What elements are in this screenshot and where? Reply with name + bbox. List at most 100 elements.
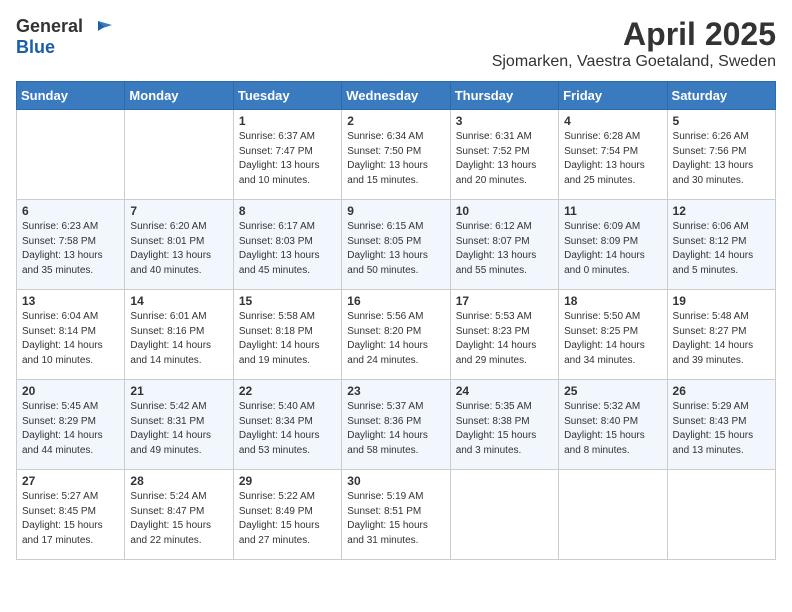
day-info: Sunrise: 6:09 AM Sunset: 8:09 PM Dayligh… <box>564 220 661 278</box>
day-info: Sunrise: 5:56 AM Sunset: 8:20 PM Dayligh… <box>347 310 444 368</box>
calendar-cell: 19 Sunrise: 5:48 AM Sunset: 8:27 PM Dayli… <box>667 290 775 380</box>
logo: General Blue <box>16 16 112 58</box>
day-number: 6 <box>22 204 119 218</box>
calendar-cell: 23Sunrise: 5:37 AM Sunset: 8:36 PM Dayli… <box>342 380 450 470</box>
calendar-cell: 14 Sunrise: 6:01 AM Sunset: 8:16 PM Dayli… <box>125 290 233 380</box>
day-info: Sunrise: 6:34 AM Sunset: 7:50 PM Dayligh… <box>347 130 444 188</box>
calendar-week-3: 13 Sunrise: 6:04 AM Sunset: 8:14 PM Dayli… <box>17 290 776 380</box>
day-info: Sunrise: 5:29 AM Sunset: 8:43 PM Dayligh… <box>673 400 770 458</box>
day-info: Sunrise: 6:23 AM Sunset: 7:58 PM Dayligh… <box>22 220 119 278</box>
day-info: Sunrise: 6:01 AM Sunset: 8:16 PM Dayligh… <box>130 310 227 368</box>
day-info: Sunrise: 5:53 AM Sunset: 8:23 PM Dayligh… <box>456 310 553 368</box>
title-block: April 2025 Sjomarken, Vaestra Goetaland,… <box>492 16 776 71</box>
calendar-cell: 16 Sunrise: 5:56 AM Sunset: 8:20 PM Dayli… <box>342 290 450 380</box>
day-info: Sunrise: 5:19 AM Sunset: 8:51 PM Dayligh… <box>347 490 444 548</box>
day-info: Sunrise: 5:40 AM Sunset: 8:34 PM Dayligh… <box>239 400 336 458</box>
calendar-cell: 12Sunrise: 6:06 AM Sunset: 8:12 PM Dayli… <box>667 200 775 290</box>
calendar-cell: 28 Sunrise: 5:24 AM Sunset: 8:47 PM Dayli… <box>125 470 233 560</box>
calendar-week-5: 27 Sunrise: 5:27 AM Sunset: 8:45 PM Dayli… <box>17 470 776 560</box>
day-info: Sunrise: 5:37 AM Sunset: 8:36 PM Dayligh… <box>347 400 444 458</box>
logo-blue-text: Blue <box>16 37 112 58</box>
day-number: 19 <box>673 294 770 308</box>
day-info: Sunrise: 6:06 AM Sunset: 8:12 PM Dayligh… <box>673 220 770 278</box>
day-number: 5 <box>673 114 770 128</box>
day-info: Sunrise: 5:22 AM Sunset: 8:49 PM Dayligh… <box>239 490 336 548</box>
calendar-cell <box>667 470 775 560</box>
day-number: 21 <box>130 384 227 398</box>
calendar-cell: 17 Sunrise: 5:53 AM Sunset: 8:23 PM Dayli… <box>450 290 558 380</box>
calendar-cell: 21 Sunrise: 5:42 AM Sunset: 8:31 PM Dayli… <box>125 380 233 470</box>
calendar-week-2: 6 Sunrise: 6:23 AM Sunset: 7:58 PM Daylig… <box>17 200 776 290</box>
day-info: Sunrise: 6:26 AM Sunset: 7:56 PM Dayligh… <box>673 130 770 188</box>
day-info: Sunrise: 5:50 AM Sunset: 8:25 PM Dayligh… <box>564 310 661 368</box>
day-number: 7 <box>130 204 227 218</box>
day-number: 17 <box>456 294 553 308</box>
day-info: Sunrise: 6:20 AM Sunset: 8:01 PM Dayligh… <box>130 220 227 278</box>
calendar-cell: 25Sunrise: 5:32 AM Sunset: 8:40 PM Dayli… <box>559 380 667 470</box>
calendar-cell: 8Sunrise: 6:17 AM Sunset: 8:03 PM Daylig… <box>233 200 341 290</box>
calendar-cell <box>450 470 558 560</box>
day-number: 28 <box>130 474 227 488</box>
day-number: 14 <box>130 294 227 308</box>
calendar-cell: 15 Sunrise: 5:58 AM Sunset: 8:18 PM Dayli… <box>233 290 341 380</box>
day-info: Sunrise: 5:27 AM Sunset: 8:45 PM Dayligh… <box>22 490 119 548</box>
calendar-cell: 5 Sunrise: 6:26 AM Sunset: 7:56 PM Daylig… <box>667 110 775 200</box>
weekday-header-saturday: Saturday <box>667 82 775 110</box>
logo-general: General <box>16 16 112 39</box>
day-info: Sunrise: 6:12 AM Sunset: 8:07 PM Dayligh… <box>456 220 553 278</box>
logo-bird-icon <box>90 17 112 39</box>
calendar-cell: 13 Sunrise: 6:04 AM Sunset: 8:14 PM Dayli… <box>17 290 125 380</box>
day-info: Sunrise: 5:45 AM Sunset: 8:29 PM Dayligh… <box>22 400 119 458</box>
day-info: Sunrise: 5:42 AM Sunset: 8:31 PM Dayligh… <box>130 400 227 458</box>
day-number: 24 <box>456 384 553 398</box>
day-number: 29 <box>239 474 336 488</box>
calendar-cell: 4 Sunrise: 6:28 AM Sunset: 7:54 PM Daylig… <box>559 110 667 200</box>
day-info: Sunrise: 6:31 AM Sunset: 7:52 PM Dayligh… <box>456 130 553 188</box>
calendar-week-1: 1Sunrise: 6:37 AM Sunset: 7:47 PM Daylig… <box>17 110 776 200</box>
weekday-header-sunday: Sunday <box>17 82 125 110</box>
day-number: 1 <box>239 114 336 128</box>
page-header: General Blue April 2025 Sjomarken, Vaest… <box>16 16 776 71</box>
calendar-cell: 30 Sunrise: 5:19 AM Sunset: 8:51 PM Dayli… <box>342 470 450 560</box>
day-info: Sunrise: 5:58 AM Sunset: 8:18 PM Dayligh… <box>239 310 336 368</box>
calendar-cell: 6 Sunrise: 6:23 AM Sunset: 7:58 PM Daylig… <box>17 200 125 290</box>
calendar-cell: 2 Sunrise: 6:34 AM Sunset: 7:50 PM Daylig… <box>342 110 450 200</box>
calendar-cell: 24 Sunrise: 5:35 AM Sunset: 8:38 PM Dayli… <box>450 380 558 470</box>
calendar-cell <box>559 470 667 560</box>
calendar-cell: 22 Sunrise: 5:40 AM Sunset: 8:34 PM Dayli… <box>233 380 341 470</box>
calendar-cell: 11 Sunrise: 6:09 AM Sunset: 8:09 PM Dayli… <box>559 200 667 290</box>
day-number: 10 <box>456 204 553 218</box>
day-number: 18 <box>564 294 661 308</box>
day-number: 30 <box>347 474 444 488</box>
day-number: 20 <box>22 384 119 398</box>
calendar-week-4: 20 Sunrise: 5:45 AM Sunset: 8:29 PM Dayli… <box>17 380 776 470</box>
weekday-header-friday: Friday <box>559 82 667 110</box>
day-number: 22 <box>239 384 336 398</box>
calendar-cell: 9 Sunrise: 6:15 AM Sunset: 8:05 PM Daylig… <box>342 200 450 290</box>
day-info: Sunrise: 6:15 AM Sunset: 8:05 PM Dayligh… <box>347 220 444 278</box>
day-number: 15 <box>239 294 336 308</box>
calendar-cell: 1Sunrise: 6:37 AM Sunset: 7:47 PM Daylig… <box>233 110 341 200</box>
day-number: 26 <box>673 384 770 398</box>
day-number: 13 <box>22 294 119 308</box>
weekday-header-monday: Monday <box>125 82 233 110</box>
calendar-cell: 26 Sunrise: 5:29 AM Sunset: 8:43 PM Dayli… <box>667 380 775 470</box>
day-info: Sunrise: 5:35 AM Sunset: 8:38 PM Dayligh… <box>456 400 553 458</box>
day-number: 9 <box>347 204 444 218</box>
day-info: Sunrise: 6:28 AM Sunset: 7:54 PM Dayligh… <box>564 130 661 188</box>
day-number: 16 <box>347 294 444 308</box>
day-info: Sunrise: 6:04 AM Sunset: 8:14 PM Dayligh… <box>22 310 119 368</box>
calendar-cell: 10 Sunrise: 6:12 AM Sunset: 8:07 PM Dayli… <box>450 200 558 290</box>
calendar-cell: 18 Sunrise: 5:50 AM Sunset: 8:25 PM Dayli… <box>559 290 667 380</box>
day-number: 4 <box>564 114 661 128</box>
weekday-header-wednesday: Wednesday <box>342 82 450 110</box>
calendar-cell: 20 Sunrise: 5:45 AM Sunset: 8:29 PM Dayli… <box>17 380 125 470</box>
day-number: 2 <box>347 114 444 128</box>
weekday-header-row: SundayMondayTuesdayWednesdayThursdayFrid… <box>17 82 776 110</box>
day-number: 27 <box>22 474 119 488</box>
weekday-header-thursday: Thursday <box>450 82 558 110</box>
day-info: Sunrise: 5:24 AM Sunset: 8:47 PM Dayligh… <box>130 490 227 548</box>
day-info: Sunrise: 5:48 AM Sunset: 8:27 PM Dayligh… <box>673 310 770 368</box>
logo-general-text: General <box>16 16 83 36</box>
day-number: 11 <box>564 204 661 218</box>
